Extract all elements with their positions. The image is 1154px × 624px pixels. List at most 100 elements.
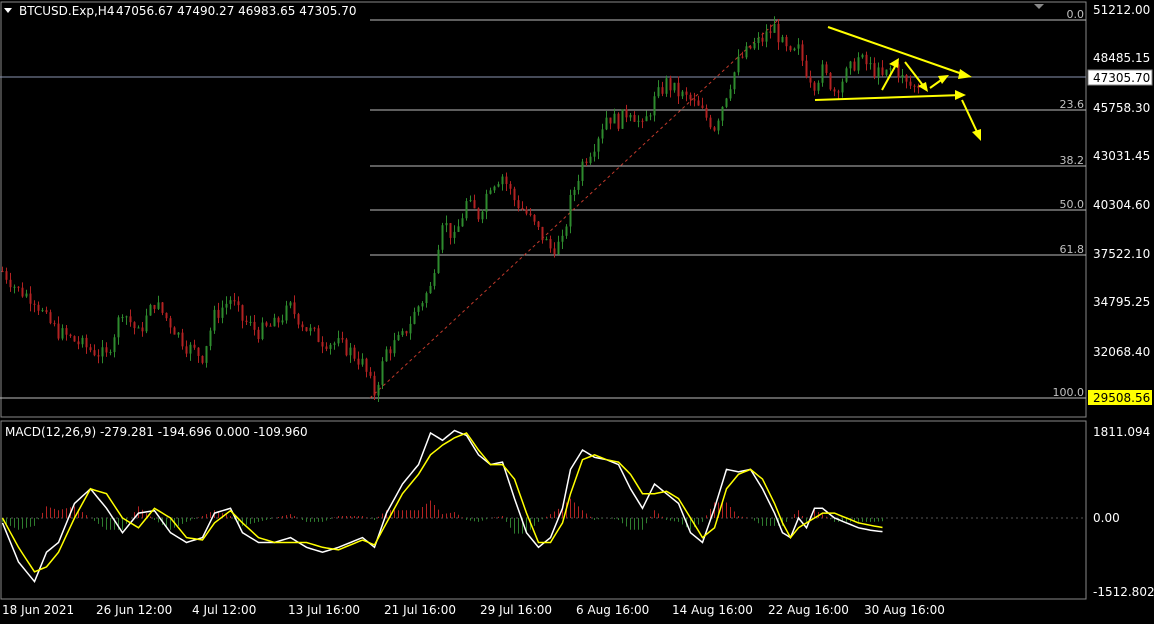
candle-body: [881, 67, 884, 75]
candle-body: [789, 46, 792, 51]
candle-body: [629, 115, 632, 118]
candle-body: [841, 81, 844, 93]
macd-tick: 0.00: [1093, 511, 1120, 525]
candle-body: [649, 115, 652, 117]
candle-body: [721, 106, 724, 121]
price-tick: 37522.10: [1093, 247, 1150, 261]
candle-body: [313, 327, 316, 329]
candle-body: [745, 46, 748, 58]
candle-body: [225, 303, 228, 308]
candle-body: [89, 347, 92, 351]
candle-body: [405, 331, 408, 334]
candle-body: [641, 120, 644, 122]
candle-body: [757, 37, 760, 44]
candle-body: [525, 209, 528, 214]
candle-body: [429, 285, 432, 294]
candle-body: [289, 302, 292, 306]
candle-body: [297, 314, 300, 325]
candle-body: [125, 316, 128, 318]
candle-body: [501, 176, 504, 185]
fib-label-0: 0.0: [1067, 8, 1085, 21]
candle-body: [889, 68, 892, 70]
candle-body: [693, 99, 696, 101]
candle-body: [205, 346, 208, 363]
candle-body: [377, 384, 380, 396]
candle-body: [569, 194, 572, 227]
candle-body: [397, 334, 400, 341]
candle-body: [353, 347, 356, 359]
candle-body: [69, 334, 72, 337]
candle-body: [121, 317, 124, 319]
candle-body: [177, 332, 180, 335]
candle-body: [361, 358, 364, 365]
candle-body: [145, 315, 148, 332]
candle-body: [77, 341, 80, 345]
candle-body: [137, 327, 140, 329]
candle-body: [1, 271, 4, 273]
candle-body: [241, 305, 244, 321]
macd-tick: -1512.802: [1093, 585, 1154, 599]
candle-body: [517, 200, 520, 209]
candle-body: [817, 82, 820, 91]
candle-body: [105, 347, 108, 353]
candle-body: [505, 176, 508, 184]
candle-body: [477, 208, 480, 220]
candle-body: [621, 109, 624, 129]
candle-body: [5, 271, 8, 280]
candle-body: [713, 127, 716, 131]
candle-body: [73, 336, 76, 342]
candle-body: [185, 346, 188, 354]
candle-body: [213, 309, 216, 331]
candle-body: [357, 358, 360, 365]
candle-body: [425, 293, 428, 304]
candle-body: [765, 31, 768, 42]
candle-body: [417, 306, 420, 312]
candle-body: [233, 300, 236, 302]
candle-body: [169, 318, 172, 328]
candle-body: [365, 358, 368, 372]
candle-body: [729, 89, 732, 99]
candle-body: [481, 211, 484, 220]
time-tick: 18 Jun 2021: [2, 603, 74, 617]
candle-body: [773, 23, 776, 33]
candle-body: [573, 189, 576, 195]
candle-body: [209, 330, 212, 347]
candle-body: [909, 81, 912, 86]
candle-body: [717, 120, 720, 131]
candle-body: [793, 48, 796, 51]
candle-body: [853, 61, 856, 71]
candle-body: [625, 109, 628, 118]
candle-body: [513, 188, 516, 201]
candle-body: [57, 323, 60, 339]
candle-body: [157, 302, 160, 309]
candle-body: [577, 180, 580, 190]
candle-body: [441, 225, 444, 250]
candle-body: [565, 226, 568, 236]
candle-body: [673, 82, 676, 91]
candle-body: [173, 327, 176, 335]
candle-body: [493, 186, 496, 191]
candle-body: [813, 82, 816, 91]
candle-body: [865, 54, 868, 65]
candle-body: [273, 317, 276, 327]
candle-body: [141, 327, 144, 332]
candle-body: [161, 302, 164, 313]
candle-body: [777, 23, 780, 43]
candle-body: [665, 78, 668, 94]
candle-body: [461, 218, 464, 227]
price-tick: 43031.45: [1093, 149, 1150, 163]
candle-body: [393, 340, 396, 354]
candle-body: [349, 347, 352, 356]
candle-body: [609, 117, 612, 124]
chart-background: [0, 0, 1154, 620]
time-tick: 14 Aug 16:00: [672, 603, 753, 617]
candle-body: [701, 105, 704, 109]
time-tick: 26 Jun 12:00: [96, 603, 172, 617]
candle-body: [689, 94, 692, 100]
candle-body: [469, 200, 472, 202]
candle-body: [749, 46, 752, 49]
candle-body: [153, 305, 156, 309]
candle-body: [61, 328, 64, 339]
candle-body: [245, 320, 248, 322]
candle-body: [13, 286, 16, 288]
